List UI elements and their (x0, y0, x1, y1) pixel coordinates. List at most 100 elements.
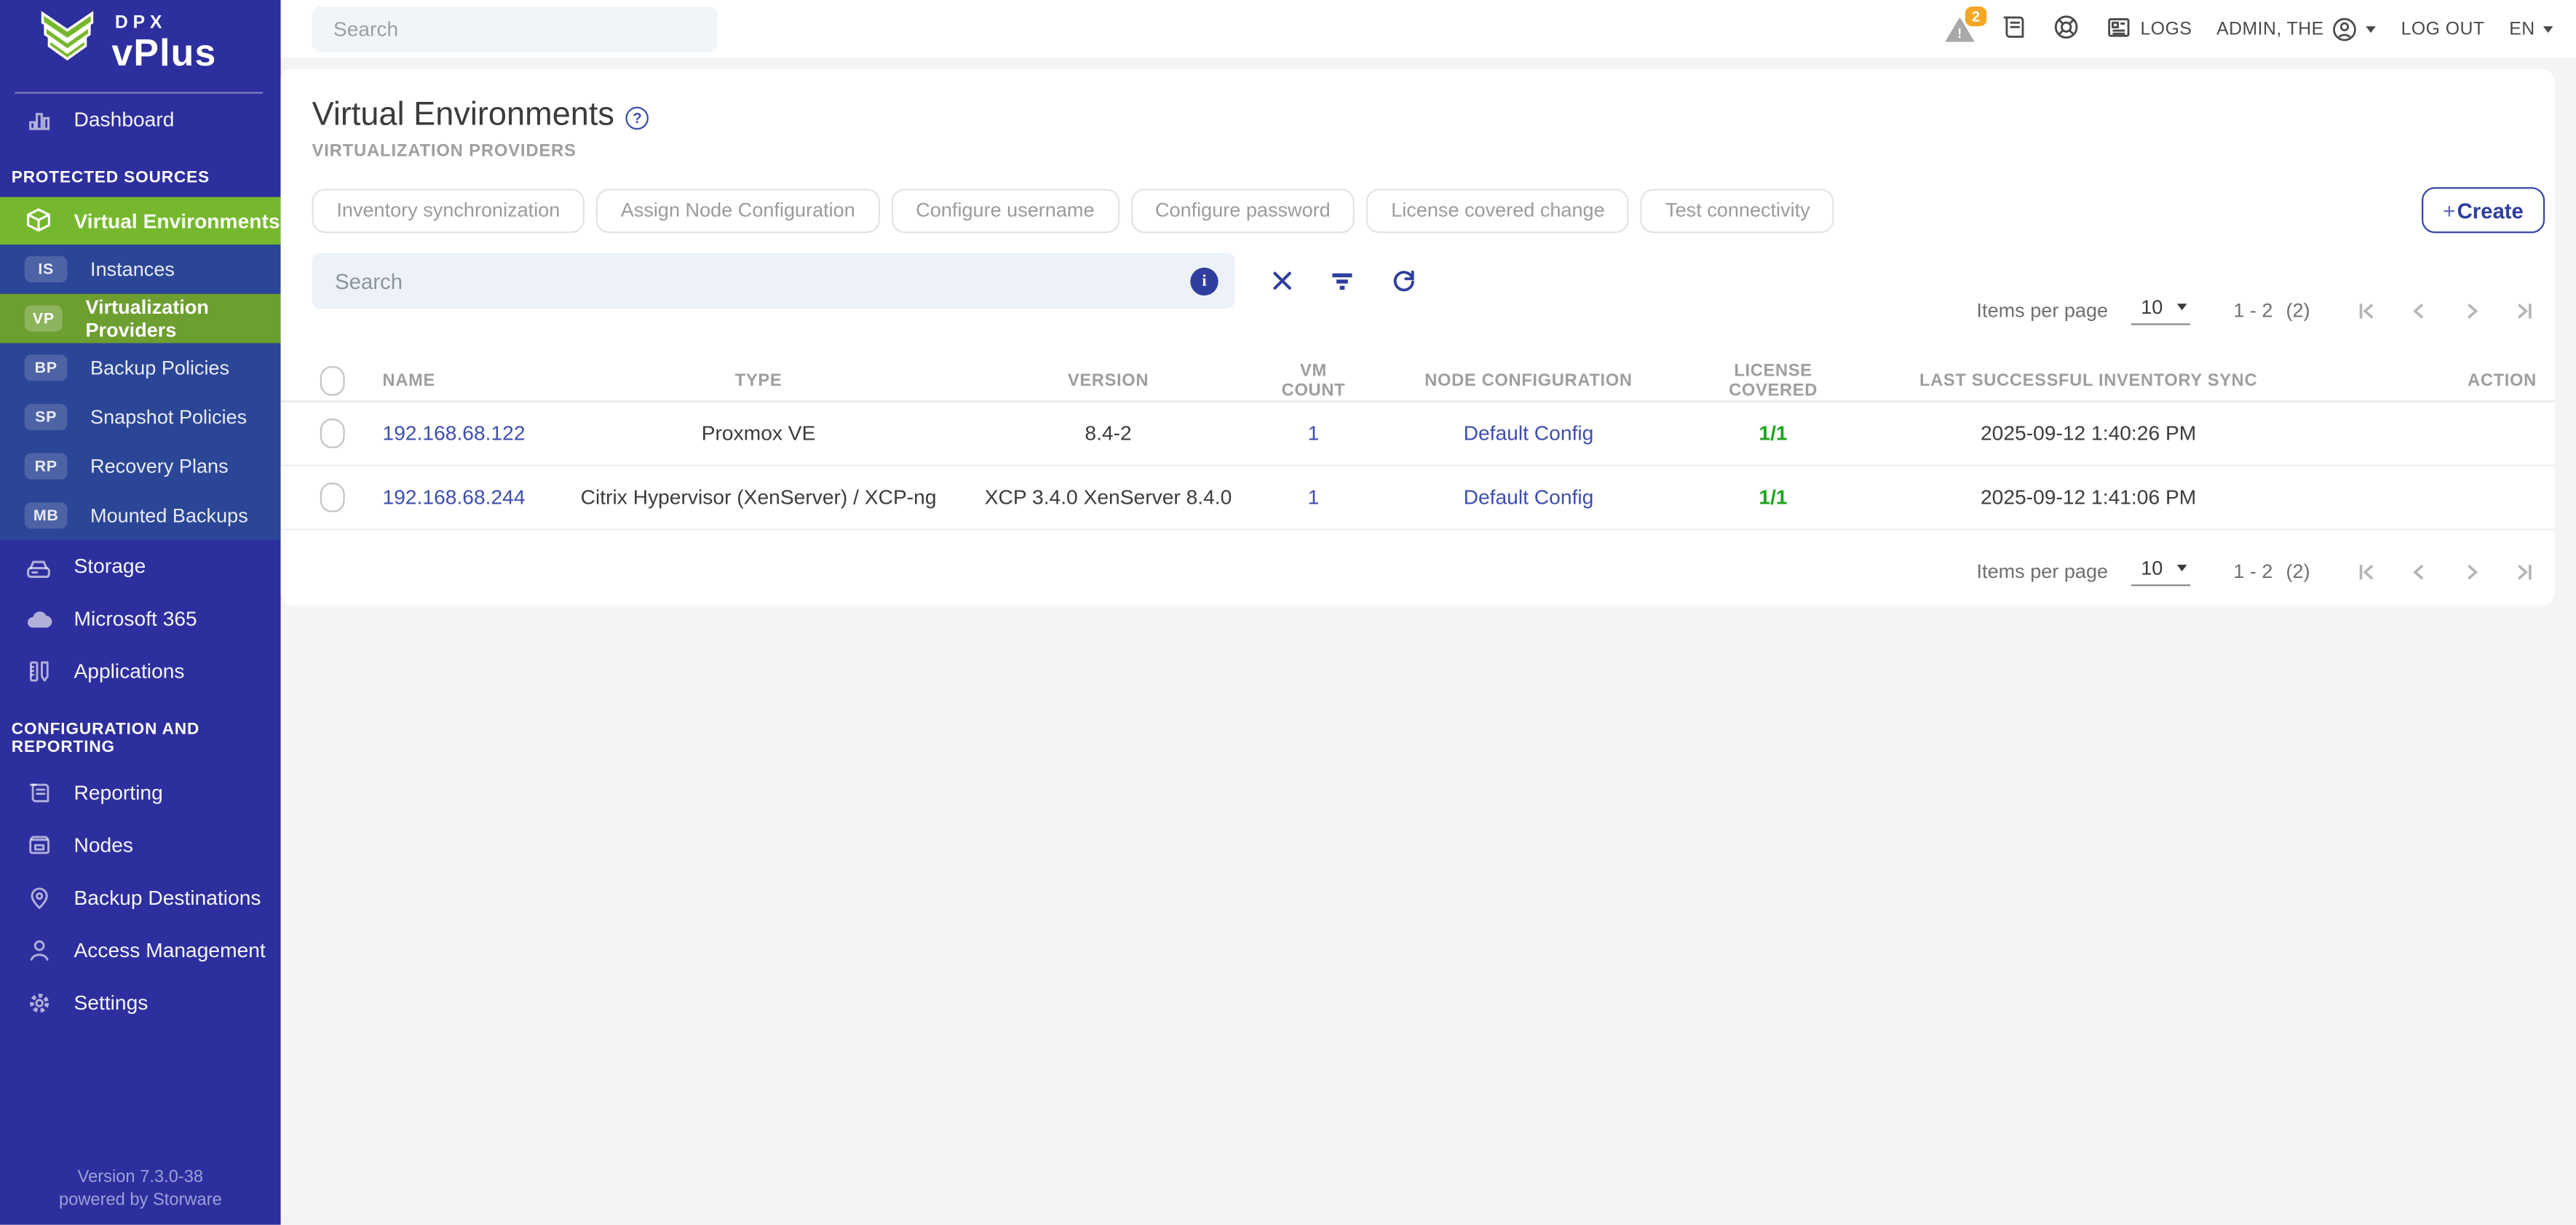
sidebar-item-microsoft-365[interactable]: Microsoft 365 (0, 592, 281, 645)
version-number: Version 7.3.0-38 (0, 1165, 281, 1189)
info-icon[interactable]: i (1190, 267, 1218, 295)
subitem-badge: RP (25, 453, 68, 480)
gear-icon (25, 989, 52, 1017)
subitem-badge: BP (25, 354, 68, 381)
sidebar-item-backup-destinations[interactable]: Backup Destinations (0, 872, 281, 924)
topbar: ! 2 (281, 0, 2576, 58)
create-button[interactable]: +Create (2422, 187, 2545, 233)
app-window: DPX vPlus Dashboard PROTECTED SOURCES Vi… (0, 0, 2576, 1225)
filter-icon[interactable] (1330, 269, 1355, 293)
provider-name-link[interactable]: 192.168.68.244 (383, 486, 576, 510)
configure-password-button[interactable]: Configure password (1130, 188, 1355, 232)
sidebar-item-settings[interactable]: Settings (0, 977, 281, 1029)
clear-search-icon[interactable] (1271, 269, 1294, 293)
notification-count-badge: 2 (1966, 6, 1986, 25)
assign-node-configuration-button[interactable]: Assign Node Configuration (596, 188, 880, 232)
items-per-page-select[interactable]: 10 (2131, 296, 2191, 325)
column-header-last-sync: LAST SUCCESSFUL INVENTORY SYNC (1841, 370, 2337, 390)
sidebar-item-storage[interactable]: Storage (0, 540, 281, 592)
logs-button[interactable]: LOGS (2104, 12, 2192, 45)
page-subtitle: VIRTUALIZATION PROVIDERS (312, 141, 2555, 161)
previous-page-button[interactable] (2409, 300, 2430, 321)
table-search-input[interactable] (312, 269, 1191, 293)
table-row: 192.168.68.122 Proxmox VE 8.4-2 1 Defaul… (281, 403, 2555, 467)
sidebar-item-virtual-environments[interactable]: Virtual Environments (0, 197, 281, 245)
page-total: (2) (2286, 560, 2310, 583)
items-per-page-label: Items per page (1977, 299, 2109, 322)
user-label: ADMIN, THE (2216, 19, 2323, 39)
license-covered-change-button[interactable]: License covered change (1366, 188, 1629, 232)
notifications-warning-icon[interactable]: ! 2 (1945, 15, 1975, 41)
sidebar-item-label: Nodes (74, 834, 134, 857)
sidebar-item-label: Storage (74, 555, 146, 578)
global-search-input[interactable] (312, 6, 718, 52)
lifebuoy-icon (2052, 12, 2080, 45)
providers-table: NAME TYPE VERSION VM COUNT NODE CONFIGUR… (281, 360, 2555, 531)
sidebar-item-access-management[interactable]: Access Management (0, 924, 281, 977)
row-checkbox[interactable] (320, 483, 345, 512)
sidebar-subitem-recovery-plans[interactable]: RP Recovery Plans (0, 442, 281, 491)
avatar-icon (2332, 15, 2358, 41)
column-header-license-covered: LICENSE COVERED (1706, 360, 1841, 400)
report-scroll-icon (25, 779, 52, 806)
last-page-button[interactable] (2513, 300, 2535, 321)
sidebar-item-nodes[interactable]: Nodes (0, 820, 281, 872)
subitem-badge: IS (25, 256, 68, 282)
items-per-page-select[interactable]: 10 (2131, 557, 2191, 587)
sidebar-item-applications[interactable]: Applications (0, 645, 281, 697)
app-logo[interactable]: DPX vPlus (0, 0, 281, 85)
provider-version: XCP 3.4.0 XenServer 8.4.0 (940, 486, 1275, 510)
node-configuration-link[interactable]: Default Config (1351, 486, 1705, 510)
location-pin-icon (25, 884, 52, 912)
previous-page-button[interactable] (2409, 560, 2430, 582)
provider-name-link[interactable]: 192.168.68.122 (383, 422, 576, 445)
sidebar-item-dashboard[interactable]: Dashboard (0, 94, 281, 146)
sidebar-item-label: Access Management (74, 939, 266, 962)
row-checkbox[interactable] (320, 419, 345, 448)
person-icon (25, 937, 52, 964)
select-all-checkbox[interactable] (320, 365, 345, 395)
virtual-environments-submenu: IS Instances VP Virtualization Providers… (0, 245, 281, 540)
license-covered-value: 1/1 (1706, 422, 1841, 445)
subitem-badge: VP (25, 306, 63, 332)
task-console-button[interactable] (2000, 12, 2027, 45)
section-header-protected-sources: PROTECTED SOURCES (0, 146, 281, 197)
sidebar-item-label: Settings (74, 991, 148, 1015)
help-icon[interactable]: ? (626, 106, 649, 129)
license-covered-value: 1/1 (1706, 486, 1841, 510)
sidebar-subitem-mounted-backups[interactable]: MB Mounted Backups (0, 491, 281, 540)
test-connectivity-button[interactable]: Test connectivity (1641, 188, 1834, 232)
help-support-button[interactable] (2052, 12, 2080, 45)
sidebar-item-label: Dashboard (74, 108, 175, 132)
node-configuration-link[interactable]: Default Config (1351, 422, 1705, 445)
first-page-button[interactable] (2356, 300, 2377, 321)
next-page-button[interactable] (2461, 560, 2482, 582)
sidebar-subitem-virtualization-providers[interactable]: VP Virtualization Providers (0, 294, 281, 344)
last-page-button[interactable] (2513, 560, 2535, 582)
vm-count-link[interactable]: 1 (1276, 422, 1352, 445)
refresh-icon[interactable] (1390, 268, 1416, 294)
sidebar-subitem-snapshot-policies[interactable]: SP Snapshot Policies (0, 392, 281, 442)
last-sync-timestamp: 2025-09-12 1:41:06 PM (1841, 486, 2337, 510)
chevron-down-icon (2178, 565, 2188, 571)
table-row: 192.168.68.244 Citrix Hypervisor (XenSer… (281, 467, 2555, 531)
language-menu[interactable]: EN (2509, 19, 2553, 39)
inventory-synchronization-button[interactable]: Inventory synchronization (312, 188, 585, 232)
sidebar-subitem-instances[interactable]: IS Instances (0, 245, 281, 294)
page-range: 1 - 2 (2233, 299, 2272, 322)
sidebar-item-reporting[interactable]: Reporting (0, 766, 281, 819)
user-menu[interactable]: ADMIN, THE (2216, 15, 2377, 41)
column-header-version: VERSION (940, 370, 1275, 390)
sidebar-item-label: Virtual Environments (74, 210, 280, 233)
next-page-button[interactable] (2461, 300, 2482, 321)
vm-count-link[interactable]: 1 (1276, 486, 1352, 510)
logout-button[interactable]: LOG OUT (2401, 19, 2485, 39)
version-info: Version 7.3.0-38 powered by Storware (0, 1165, 281, 1224)
sidebar-item-label: Microsoft 365 (74, 608, 197, 631)
page-range: 1 - 2 (2233, 560, 2272, 583)
logo-chevron-icon (36, 7, 99, 78)
first-page-button[interactable] (2356, 560, 2377, 582)
pagination-top: Items per page 10 1 - 2 (2) (1977, 296, 2535, 325)
configure-username-button[interactable]: Configure username (891, 188, 1119, 232)
sidebar-subitem-backup-policies[interactable]: BP Backup Policies (0, 343, 281, 392)
